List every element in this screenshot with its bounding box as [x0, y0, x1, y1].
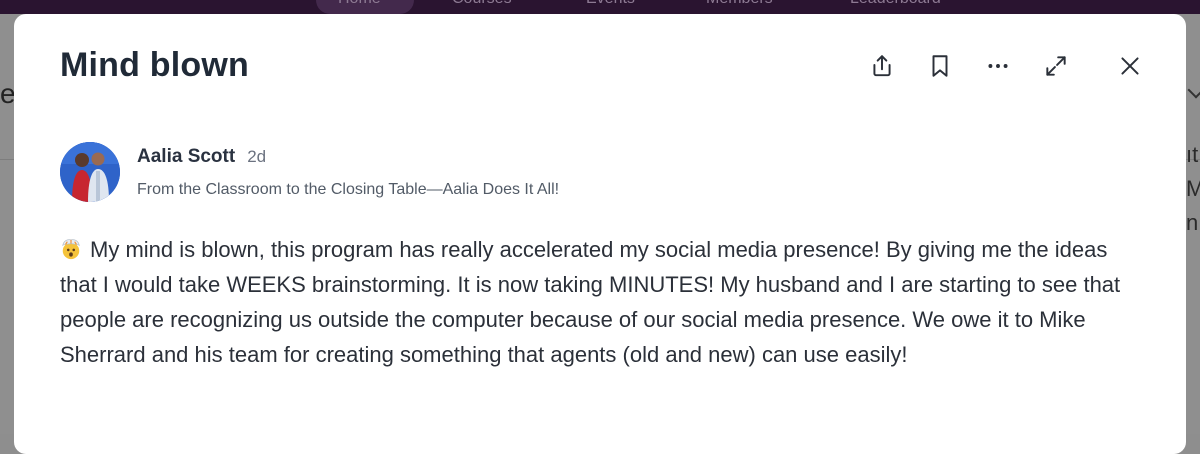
more-options-button[interactable]	[980, 48, 1016, 84]
close-icon	[1121, 57, 1139, 75]
post-timestamp: 2d	[247, 147, 267, 166]
background-text-fragment: ıt	[1186, 142, 1199, 167]
post-modal: Mind blown Aalia Scott 2d From the Class…	[14, 14, 1186, 454]
more-options-icon	[988, 64, 1008, 68]
nav-item-leaderboard[interactable]: Leaderboard	[850, 0, 941, 8]
post-text: My mind is blown, this program has reall…	[60, 237, 1121, 367]
exploding-head-emoji	[62, 239, 80, 260]
background-text-fragment: n	[1186, 210, 1199, 235]
bookmark-icon	[932, 55, 948, 77]
avatar-photo	[60, 142, 120, 202]
expand-icon	[1046, 56, 1066, 76]
top-navigation-bar: Home Courses Events Members Leaderboard	[0, 0, 1200, 14]
close-button[interactable]	[1112, 48, 1148, 84]
share-button[interactable]	[864, 48, 900, 84]
avatar[interactable]	[60, 142, 120, 202]
nav-item-members[interactable]: Members	[706, 0, 773, 8]
post-body: My mind is blown, this program has reall…	[60, 232, 1150, 372]
nav-item-courses[interactable]: Courses	[452, 0, 512, 8]
author-subtitle: From the Classroom to the Closing Table—…	[137, 181, 560, 198]
post-title: Mind blown	[60, 46, 249, 84]
expand-button[interactable]	[1038, 48, 1074, 84]
background-text-fragment: M	[1186, 176, 1200, 201]
bookmark-button[interactable]	[922, 48, 958, 84]
nav-item-home[interactable]: Home	[338, 0, 381, 8]
author-name[interactable]: Aalia Scott	[137, 146, 235, 168]
nav-item-events[interactable]: Events	[586, 0, 635, 8]
share-icon	[873, 55, 891, 77]
author-row: Aalia Scott 2d	[137, 146, 266, 168]
